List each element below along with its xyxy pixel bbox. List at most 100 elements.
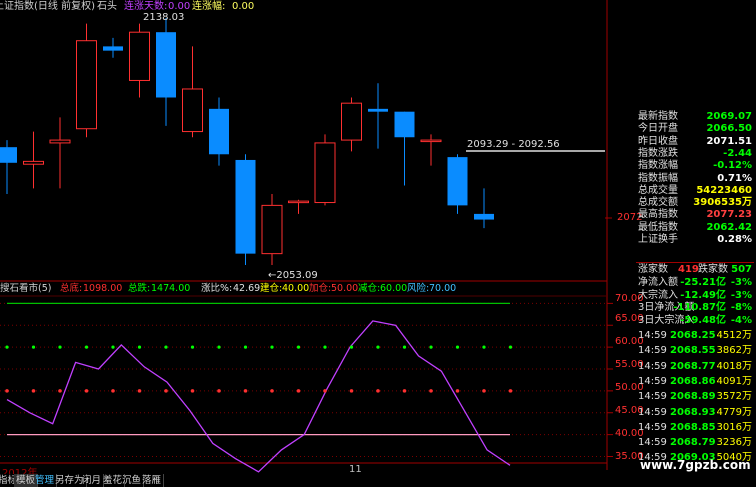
reduce-value: 60.00 xyxy=(380,283,408,294)
build-label: 建仓: xyxy=(260,283,283,294)
add-value: 50.00 xyxy=(331,283,359,294)
add-dot xyxy=(508,389,513,393)
add-dot xyxy=(349,389,354,393)
candle-body xyxy=(314,142,336,204)
add-dot xyxy=(164,389,168,393)
build-value: 40.00 xyxy=(282,283,310,294)
high-price-label: 2138.03 xyxy=(143,12,185,23)
add-dot xyxy=(190,389,195,393)
add-dot xyxy=(482,389,486,393)
tick-volume: 3862万 xyxy=(716,345,752,357)
add-dot xyxy=(402,389,407,393)
chart-title: 上证指数(日线 前复权) xyxy=(0,1,95,12)
ratio-label: 涨比%: xyxy=(201,283,233,294)
reduce-dot xyxy=(296,345,301,349)
total-buy-value: 1098.00 xyxy=(83,283,123,294)
candle xyxy=(49,117,71,189)
candle xyxy=(182,46,203,138)
tick-row: 14:59 2068.89 3572万 xyxy=(636,390,754,404)
reduce-dot xyxy=(429,345,433,349)
reduce-dot xyxy=(243,345,248,349)
candle xyxy=(103,37,123,58)
candle-body xyxy=(474,213,494,220)
streak-amp-value: 0.00 xyxy=(232,1,255,12)
tick-volume: 4091万 xyxy=(716,375,752,387)
reduce-label: 减仓: xyxy=(358,283,381,294)
reduce-dot xyxy=(482,345,486,349)
add-dot xyxy=(455,389,460,393)
candle xyxy=(447,154,468,214)
tick-row: 14:59 2068.79 3236万 xyxy=(636,436,754,450)
tick-volume: 4512万 xyxy=(716,330,752,341)
reduce-dot xyxy=(31,345,36,349)
add-dot xyxy=(111,389,115,393)
reduce-dot xyxy=(323,345,327,349)
tick-volume: 4018万 xyxy=(716,360,752,372)
tick-time: 14:59 xyxy=(638,330,667,341)
advance-decline-row: 涨家数 419 跌家数 507 xyxy=(636,262,754,277)
candle-body xyxy=(209,108,229,155)
tick-volume: 3572万 xyxy=(716,391,752,403)
tick-time: 14:59 xyxy=(638,360,667,372)
up-count-label: 涨家数 xyxy=(638,264,668,275)
candle-body xyxy=(420,139,442,143)
tick-row: 14:59 2068.77 4018万 xyxy=(636,360,754,374)
tick-price: 2068.79 xyxy=(670,437,716,449)
indicator-lines xyxy=(6,302,511,473)
reduce-dot xyxy=(111,345,115,349)
add-dot xyxy=(429,389,433,393)
candle-body xyxy=(394,111,415,138)
stock-name: 石头 xyxy=(97,1,117,12)
tick-time: 14:59 xyxy=(638,437,667,449)
candle xyxy=(394,111,415,186)
info-value: 0.28% xyxy=(717,234,752,245)
add-dot xyxy=(323,389,327,393)
candle xyxy=(341,97,362,152)
streak-amp-label: 连涨幅: xyxy=(192,1,226,12)
tick-row: 14:59 2068.86 4091万 xyxy=(636,375,754,389)
candle xyxy=(0,140,17,195)
candle-body xyxy=(261,204,283,255)
add-dot xyxy=(31,389,36,393)
add-label: 加仓: xyxy=(309,283,332,294)
candle-body xyxy=(156,32,176,98)
reduce-dot xyxy=(137,345,142,349)
total-rise-label: 总跌: xyxy=(128,283,151,294)
candle xyxy=(129,23,150,98)
tick-price: 2068.86 xyxy=(670,375,716,387)
tick-price: 2068.89 xyxy=(670,391,716,403)
ratio-value: 42.69 xyxy=(233,283,261,294)
candle xyxy=(209,97,229,166)
tick-row: 14:59 2068.25 4512万 xyxy=(636,329,754,343)
flow-value: -59.48亿 xyxy=(680,314,726,326)
candle-body xyxy=(23,160,44,165)
total-rise-value: 1474.00 xyxy=(151,283,191,294)
risk-label: 风险: xyxy=(407,283,430,294)
candle xyxy=(156,18,176,126)
info-row: 上证换手 0.28% xyxy=(636,233,754,247)
candle-body xyxy=(447,157,468,206)
candle xyxy=(474,188,494,229)
tick-row: 14:59 2068.55 3862万 xyxy=(636,344,754,358)
tick-price: 2068.85 xyxy=(670,421,716,433)
add-dot xyxy=(217,389,221,393)
candle-body xyxy=(49,139,71,144)
add-dot xyxy=(296,389,301,393)
reduce-dot xyxy=(455,345,460,349)
tab-8[interactable]: 落雁 xyxy=(140,474,165,487)
tick-time: 14:59 xyxy=(638,406,667,418)
tick-time: 14:59 xyxy=(638,391,667,403)
reduce-dot xyxy=(402,345,407,349)
add-dot xyxy=(376,389,380,393)
indicator-line xyxy=(6,320,511,473)
money-flow-row: 3日大宗流入 -59.48亿 -4% xyxy=(636,314,754,328)
reduce-dot xyxy=(349,345,354,349)
indicator-axis-ticks xyxy=(607,302,613,457)
risk-value: 70.00 xyxy=(429,283,457,294)
indicator-title: 搜石看市(5) xyxy=(0,283,52,294)
tick-price: 2068.25 xyxy=(670,330,716,341)
candle-body xyxy=(288,200,309,204)
indicator-grid xyxy=(0,302,607,457)
down-count-label: 跌家数 xyxy=(698,264,728,275)
tick-volume: 4779万 xyxy=(716,406,752,418)
